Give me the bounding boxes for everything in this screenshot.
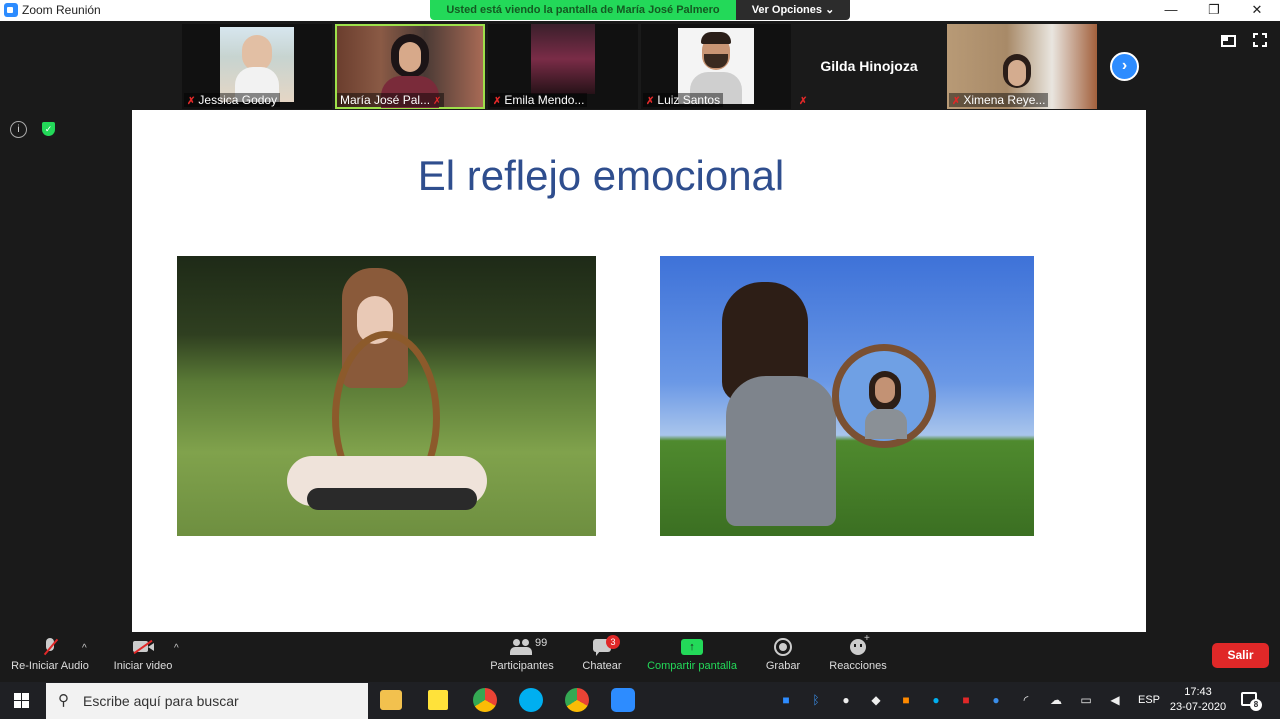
fullscreen-icon[interactable]: [1253, 33, 1267, 47]
share-screen-label: Compartir pantalla: [647, 660, 737, 672]
mic-off-icon: [38, 637, 62, 657]
search-placeholder: Escribe aquí para buscar: [83, 693, 239, 709]
leave-button[interactable]: Salir: [1212, 643, 1269, 668]
mic-muted-icon: ✗: [952, 96, 961, 107]
chat-label: Chatear: [582, 660, 622, 672]
participant-video: [220, 27, 294, 102]
share-screen-button[interactable]: ↑ Compartir pantalla: [644, 637, 740, 672]
participant-tile[interactable]: ✗ Jessica Godoy: [182, 24, 332, 109]
microphone-icon[interactable]: ●: [839, 693, 853, 707]
video-options-caret-icon[interactable]: ^: [174, 643, 179, 654]
record-label: Grabar: [765, 660, 801, 672]
wifi-icon[interactable]: ◜: [1019, 693, 1033, 707]
camera-off-icon: [131, 637, 155, 657]
view-options-button[interactable]: Ver Opciones ⌄: [736, 0, 850, 20]
chat-bubble-icon: 3: [590, 635, 620, 657]
meeting-controls: Re-Iniciar Audio ^ Iniciar video ^ 99 Pa…: [0, 633, 1280, 682]
clock-date: 23-07-2020: [1169, 701, 1227, 713]
participants-button[interactable]: 99 Participantes: [488, 637, 556, 672]
zoom-tray-icon[interactable]: ■: [779, 693, 793, 707]
restore-button[interactable]: ❐: [1199, 1, 1229, 19]
record-button[interactable]: Grabar: [762, 637, 804, 672]
mic-muted-icon: ✗: [493, 96, 502, 107]
mic-muted-icon: ✗: [646, 96, 655, 107]
mic-muted-icon: ✗: [799, 96, 808, 107]
skype-tray-icon[interactable]: ●: [929, 693, 943, 707]
window-title: Zoom Reunión: [22, 3, 101, 17]
participant-name: ✗ Jessica Godoy: [184, 93, 281, 107]
notifications-count: 8: [1250, 699, 1262, 711]
slide-image-mirror-reflection: [660, 256, 1034, 536]
mic-muted-icon: ✗: [433, 96, 442, 107]
slide-title: El reflejo emocional: [417, 152, 785, 199]
audio-label: Re-Iniciar Audio: [11, 660, 89, 672]
windows-start-icon[interactable]: [14, 693, 30, 709]
video-label: Iniciar video: [113, 660, 173, 672]
volume-icon[interactable]: ◀: [1108, 693, 1122, 707]
sticky-notes-icon[interactable]: [428, 690, 448, 710]
onedrive-icon[interactable]: ☁: [1049, 693, 1063, 707]
participant-tile[interactable]: Gilda Hinojoza ✗: [794, 24, 944, 109]
windows-taskbar: ⚲ Escribe aquí para buscar ■ ᛒ ● ◆ ■ ● ■…: [0, 682, 1280, 719]
battery-icon[interactable]: ▭: [1079, 693, 1093, 707]
close-button[interactable]: ✕: [1242, 1, 1272, 19]
clock-time: 17:43: [1184, 686, 1212, 698]
share-status-text: Usted está viendo la pantalla de María J…: [430, 0, 736, 20]
participant-tile[interactable]: ✗ Emila Mendo...: [488, 24, 638, 109]
reactions-label: Reacciones: [829, 660, 887, 672]
meeting-area: ✗ Jessica Godoy María José Pal... ✗ ✗ Emila…: [0, 21, 1280, 633]
participant-name: ✗ Ximena Reye...: [949, 93, 1049, 107]
participant-tile-speaking[interactable]: María José Pal... ✗: [335, 24, 485, 109]
info-icon[interactable]: i: [10, 121, 27, 138]
emoji-add-icon: +: [846, 633, 870, 657]
chat-unread-badge: 3: [606, 635, 620, 649]
zoom-app-icon[interactable]: [611, 688, 635, 712]
participant-tile[interactable]: ✗ Luiz Santos: [641, 24, 791, 109]
participants-count: 99: [535, 637, 548, 649]
chrome-icon[interactable]: [473, 688, 497, 712]
language-indicator[interactable]: ESP: [1138, 694, 1160, 706]
bluetooth-icon[interactable]: ᛒ: [809, 693, 823, 707]
audio-button[interactable]: Re-Iniciar Audio: [8, 637, 92, 672]
video-button[interactable]: Iniciar video: [110, 637, 176, 672]
acrobat-tray-icon[interactable]: ■: [959, 693, 973, 707]
search-icon: ⚲: [58, 692, 69, 709]
mic-muted-indicator: ✗: [796, 93, 813, 107]
skype-icon[interactable]: [519, 688, 543, 712]
notifications-icon[interactable]: 8: [1241, 692, 1262, 711]
participant-name: María José Pal... ✗: [337, 93, 445, 107]
participants-label: Participantes: [490, 660, 554, 672]
reactions-button[interactable]: + Reacciones: [828, 633, 888, 672]
chat-button[interactable]: 3 Chatear: [578, 635, 626, 672]
participant-name-large: Gilda Hinojoza: [820, 58, 918, 74]
taskbar-search-box[interactable]: ⚲ Escribe aquí para buscar: [46, 683, 368, 719]
view-options-label: Ver Opciones: [751, 4, 823, 16]
shield-tray-icon[interactable]: ◆: [869, 693, 883, 707]
audio-options-caret-icon[interactable]: ^: [82, 643, 87, 654]
chevron-down-icon: ⌄: [825, 4, 835, 16]
participant-name: ✗ Emila Mendo...: [490, 93, 588, 107]
participant-name: ✗ Luiz Santos: [643, 93, 724, 107]
minimize-button[interactable]: —: [1156, 1, 1186, 19]
participants-icon: 99: [510, 637, 547, 657]
slide-image-mirror-girl: [177, 256, 596, 536]
security-shield-icon[interactable]: ✓: [40, 121, 57, 138]
next-page-arrow-icon[interactable]: ›: [1110, 52, 1139, 81]
participant-tile[interactable]: ✗ Ximena Reye...: [947, 24, 1097, 109]
view-mode-icon[interactable]: [1221, 35, 1236, 47]
edge-tray-icon[interactable]: ●: [989, 693, 1003, 707]
zoom-logo-icon: [4, 3, 18, 17]
shared-screen-slide: El reflejo emocional: [132, 110, 1146, 632]
file-explorer-icon[interactable]: [380, 690, 402, 710]
chrome-profile-icon[interactable]: [565, 688, 589, 712]
screen-share-banner: Usted está viendo la pantalla de María J…: [430, 0, 850, 20]
mic-muted-icon: ✗: [187, 96, 196, 107]
share-screen-icon: ↑: [680, 637, 704, 657]
participant-video: [531, 24, 595, 94]
clock[interactable]: 17:43 23-07-2020: [1166, 685, 1230, 715]
app-tray-icon[interactable]: ■: [899, 693, 913, 707]
record-icon: [771, 637, 795, 657]
